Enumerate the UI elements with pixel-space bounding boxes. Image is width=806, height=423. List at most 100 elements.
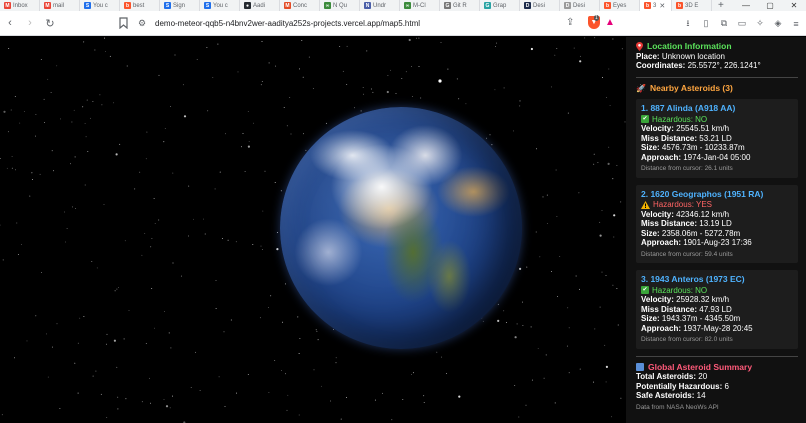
browser-tab[interactable]: ∞ N Qu xyxy=(320,0,360,11)
browser-tab[interactable]: D Desi xyxy=(560,0,600,11)
star xyxy=(77,392,79,394)
browser-tab[interactable]: D Desi xyxy=(520,0,560,11)
star xyxy=(579,60,582,63)
close-tab-icon[interactable]: ✕ xyxy=(659,2,665,10)
menu-icon[interactable]: ≡ xyxy=(790,18,802,30)
star xyxy=(104,37,106,39)
star xyxy=(315,329,317,331)
sidebar-icon[interactable]: ▯ xyxy=(700,18,712,30)
star xyxy=(261,41,263,42)
browser-tab[interactable]: b Eyes xyxy=(600,0,640,11)
globe-viewport[interactable] xyxy=(0,37,626,423)
asteroid-name[interactable]: 2. 1620 Geographos (1951 RA) xyxy=(641,189,793,200)
reload-button[interactable]: ↻ xyxy=(42,15,58,31)
forward-button[interactable]: › xyxy=(22,15,38,31)
star xyxy=(267,307,269,308)
browser-tab[interactable]: M Conc xyxy=(280,0,320,11)
download-icon[interactable]: ⭳ xyxy=(682,18,694,30)
star xyxy=(180,275,182,277)
star xyxy=(126,65,128,67)
browser-tab[interactable]: b 3 ✕ xyxy=(640,0,672,11)
extensions-icon[interactable]: ⧉ xyxy=(718,18,730,30)
asteroid-card[interactable]: 2. 1620 Geographos (1951 RA) Hazardous: Y… xyxy=(636,184,798,263)
star xyxy=(60,118,61,120)
cursor-distance: Distance from cursor: 82.0 units xyxy=(641,336,733,343)
approach-label: Approach: xyxy=(641,152,681,162)
star xyxy=(503,310,505,312)
star xyxy=(519,267,522,270)
d-icon: D xyxy=(564,2,571,9)
graph-icon: G xyxy=(484,2,491,9)
star xyxy=(190,386,192,388)
minimize-icon[interactable]: — xyxy=(734,1,758,10)
star xyxy=(50,92,52,93)
asteroid-name[interactable]: 3. 1943 Anteros (1973 EC) xyxy=(641,274,793,285)
browser-tab[interactable]: S You c xyxy=(80,0,120,11)
velocity-value: 42346.12 km/h xyxy=(676,209,730,219)
browser-tab[interactable]: N Undr xyxy=(360,0,400,11)
asteroid-list: 1. 887 Alinda (A918 AA) ✔ Hazardous: NO Vel… xyxy=(636,99,798,349)
star xyxy=(174,54,176,56)
star xyxy=(151,238,153,239)
summary-title: Global Asteroid Summary xyxy=(636,362,798,373)
forward-arrow-icon: › xyxy=(28,17,32,29)
browser-tab[interactable]: G Git R xyxy=(440,0,480,11)
star xyxy=(512,130,514,132)
star xyxy=(370,88,372,90)
approach-value: 1937-May-28 20:45 xyxy=(683,323,753,333)
back-arrow-icon: ‹ xyxy=(8,17,12,29)
leo-ai-icon[interactable]: ✧ xyxy=(754,18,766,30)
star xyxy=(531,379,533,381)
location-title-text: Location Information xyxy=(647,41,732,51)
approach-label: Approach: xyxy=(641,323,681,333)
star xyxy=(286,409,288,411)
tab-label: Conc xyxy=(293,2,308,9)
brave-icon: b xyxy=(604,2,611,9)
reload-icon: ↻ xyxy=(45,17,55,30)
size-value: 1943.37m - 4345.50m xyxy=(661,314,741,323)
star xyxy=(599,221,601,223)
star xyxy=(366,50,368,52)
velocity-value: 25928.32 km/h xyxy=(676,295,730,304)
star xyxy=(141,401,143,403)
asteroid-card[interactable]: 1. 887 Alinda (A918 AA) ✔ Hazardous: NO Vel… xyxy=(636,99,798,178)
star xyxy=(386,90,389,94)
place-value: Unknown location xyxy=(661,51,725,61)
star xyxy=(91,260,93,262)
site-settings-icon[interactable]: ⚙ xyxy=(138,18,148,28)
star xyxy=(85,136,87,138)
browser-tab[interactable]: S You c xyxy=(200,0,240,11)
miss-distance-label: Miss Distance: xyxy=(641,304,698,314)
star xyxy=(77,342,79,344)
star xyxy=(170,347,172,349)
star xyxy=(612,284,614,286)
asteroid-name[interactable]: 1. 887 Alinda (A918 AA) xyxy=(641,103,793,114)
share-icon[interactable]: ⇪ xyxy=(566,17,574,28)
star xyxy=(620,201,622,203)
browser-tab[interactable]: S Sign xyxy=(160,0,200,11)
star xyxy=(268,62,270,64)
earth-globe[interactable] xyxy=(280,107,522,349)
browser-tab[interactable]: b best xyxy=(120,0,160,11)
brave-rewards-icon[interactable]: ▲ xyxy=(605,17,615,28)
browser-tab[interactable]: b 3D E xyxy=(672,0,712,11)
new-tab-button[interactable]: + xyxy=(712,0,730,11)
maximize-icon[interactable]: ▢ xyxy=(758,1,782,10)
star xyxy=(609,105,611,107)
star xyxy=(613,214,616,217)
vpn-icon[interactable]: ◈ xyxy=(772,18,784,30)
browser-tab[interactable]: G Grap xyxy=(480,0,520,11)
browser-tab[interactable]: ● Aadi xyxy=(240,0,280,11)
star xyxy=(340,418,342,420)
close-window-icon[interactable]: ✕ xyxy=(782,1,806,10)
url-text[interactable]: demo-meteor-qqb5-n4bnv2wer-aaditya252s-p… xyxy=(155,19,420,28)
star xyxy=(612,38,614,40)
asteroid-card[interactable]: 3. 1943 Anteros (1973 EC) ✔ Hazardous: NO V… xyxy=(636,270,798,349)
wallet-icon[interactable]: ▭ xyxy=(736,18,748,30)
back-button[interactable]: ‹ xyxy=(2,15,18,31)
browser-tab[interactable]: Mmail xyxy=(40,0,80,11)
star xyxy=(441,356,443,358)
browser-tab[interactable]: M Inbox xyxy=(0,0,40,11)
browser-tab[interactable]: ∞ M-Cl xyxy=(400,0,440,11)
star xyxy=(170,106,172,108)
